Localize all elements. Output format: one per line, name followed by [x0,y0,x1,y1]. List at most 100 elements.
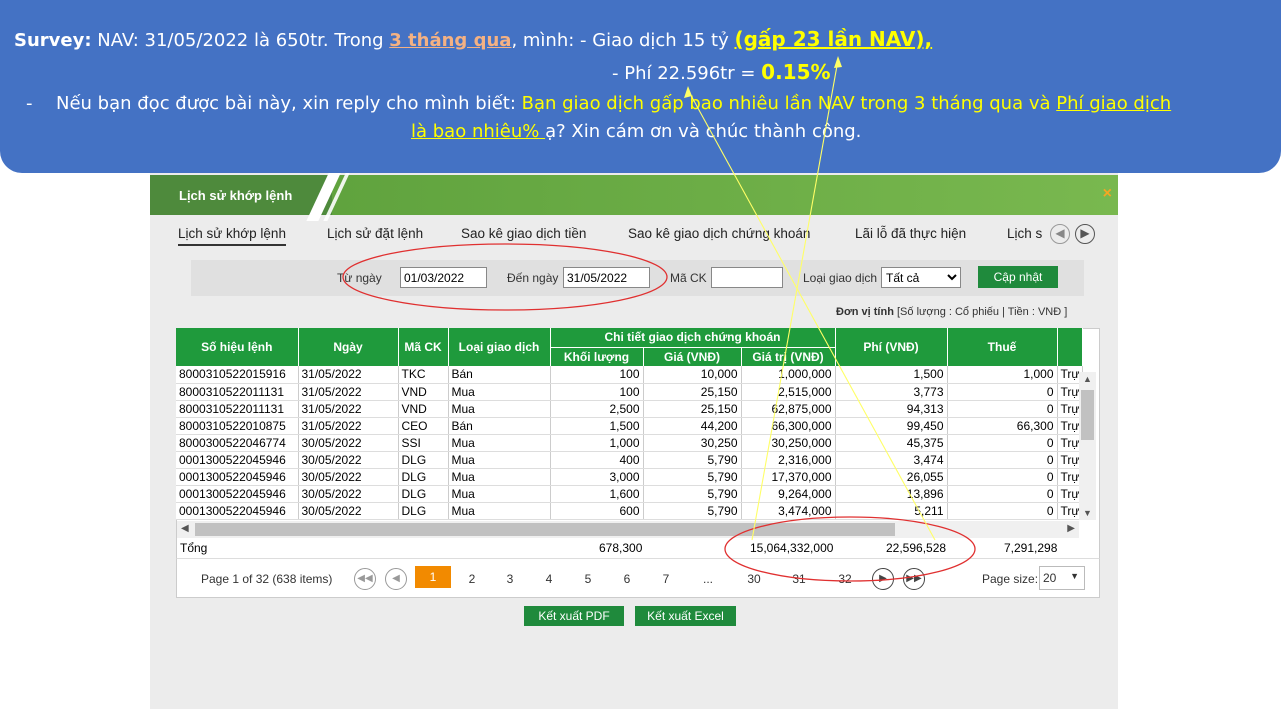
table-row[interactable]: 0001300522045946 30/05/2022 DLG Mua 400 5,790… [176,451,1084,469]
table-row[interactable]: 0001300522045946 30/05/2022 DLG Mua 1,600 5,7… [176,485,1084,503]
tab-cash-statement[interactable]: Sao kê giao dịch tiền [461,226,586,241]
col-code[interactable]: Mã CK [398,328,449,366]
page-30[interactable]: 30 [744,572,764,586]
table-cell: 30,250,000 [741,434,836,452]
table-cell: 5,790 [643,468,742,486]
to-date-label: Đến ngày [507,271,559,285]
from-date-input[interactable] [400,267,487,288]
col-fee[interactable]: Phí (VNĐ) [835,328,948,366]
page-1[interactable]: 1 [415,566,451,588]
col-qty[interactable]: Khối lượng [550,347,644,366]
table-cell: Mua [448,468,551,486]
col-price[interactable]: Giá (VNĐ) [643,347,742,366]
table-cell: 0001300522045946 [176,502,299,520]
table-cell: 9,264,000 [741,485,836,503]
table-row[interactable]: 8000310522011131 31/05/2022 VND Mua 2,500 25,… [176,400,1084,418]
scroll-up-icon[interactable]: ▲ [1079,374,1096,384]
tab-next-icon[interactable]: ▶ [1075,224,1095,244]
table-cell: 30/05/2022 [298,468,399,486]
table-cell: 94,313 [835,400,948,418]
scrollbar-thumb[interactable] [195,523,895,536]
scrollbar-thumb[interactable] [1081,390,1094,440]
table-cell: 3,000 [550,468,644,486]
tab-realized-pnl[interactable]: Lãi lỗ đã thực hiện [855,226,966,241]
first-page-icon[interactable]: ◀◀ [354,568,376,590]
col-tax[interactable]: Thuế [947,328,1058,366]
table-cell: 1,000 [947,366,1058,384]
vertical-scrollbar[interactable]: ▲ ▼ [1079,372,1096,520]
tab-order-history[interactable]: Lịch sử đặt lệnh [327,226,423,241]
chevron-down-icon: ▼ [1070,571,1079,581]
export-pdf-button[interactable]: Kết xuất PDF [524,606,624,626]
table-row[interactable]: 8000310522010875 31/05/2022 CEO Bán 1,500 44,… [176,417,1084,435]
table-cell: Mua [448,451,551,469]
banner-question-intro: Nếu bạn đọc được bài này, xin reply cho … [56,93,522,114]
page-size-select[interactable]: 20 ▼ [1039,566,1085,590]
table-row[interactable]: 0001300522045946 30/05/2022 DLG Mua 3,000 5,7… [176,468,1084,486]
table-row[interactable]: 0001300522045946 30/05/2022 DLG Mua 600 5,790… [176,502,1084,520]
page-4[interactable]: 4 [539,572,559,586]
col-value[interactable]: Giá trị (VNĐ) [741,347,836,366]
table-cell: 3,773 [835,383,948,401]
scroll-right-icon[interactable]: ▶ [1067,523,1075,534]
banner-dash: - [26,93,33,114]
page-32[interactable]: 32 [835,572,855,586]
table-cell: 0001300522045946 [176,485,299,503]
page-7[interactable]: 7 [656,572,676,586]
export-excel-button[interactable]: Kết xuất Excel [635,606,736,626]
table-cell: 0 [947,468,1058,486]
banner-question-percent: là bao nhiêu% [411,121,546,142]
table-row[interactable]: 8000310522015916 31/05/2022 TKC Bán 100 10,00… [176,366,1084,384]
table-row[interactable]: 8000310522011131 31/05/2022 VND Mua 100 25,15… [176,383,1084,401]
col-order-no[interactable]: Số hiệu lệnh [176,328,299,366]
scroll-down-icon[interactable]: ▼ [1079,508,1096,518]
tab-more[interactable]: Lịch s [1007,226,1042,241]
table-cell: VND [398,400,449,418]
banner-text-2: , mình: - Giao dịch 15 tỷ [511,30,735,51]
table-cell: 3,474,000 [741,502,836,520]
prev-page-icon[interactable]: ◀ [385,568,407,590]
trade-type-select[interactable]: Tất cả [881,267,961,288]
col-date[interactable]: Ngày [298,328,399,366]
stock-code-input[interactable] [711,267,783,288]
banner-thanks: ạ? Xin cám ơn và chúc thành công. [545,121,862,142]
table-cell: 99,450 [835,417,948,435]
last-page-icon[interactable]: ▶▶ [903,568,925,590]
tab-securities-statement[interactable]: Sao kê giao dịch chứng khoán [628,226,810,241]
table-cell: 0 [947,451,1058,469]
table-cell: 600 [550,502,644,520]
page-2[interactable]: 2 [462,572,482,586]
col-type[interactable]: Loại giao dịch [448,328,551,366]
totals-label: Tổng [180,541,208,555]
table-cell: TKC [398,366,449,384]
table-cell: Mua [448,485,551,503]
tab-match-history[interactable]: Lịch sử khớp lệnh [178,226,286,246]
totals-fee: 22,596,528 [886,541,947,555]
page-5[interactable]: 5 [578,572,598,586]
page-size-label: Page size: [982,572,1039,586]
table-cell: Mua [448,434,551,452]
page-31[interactable]: 31 [789,572,809,586]
scroll-left-icon[interactable]: ◀ [181,523,189,534]
close-icon[interactable]: × [1103,185,1112,203]
next-page-icon[interactable]: ▶ [872,568,894,590]
table-cell: 2,316,000 [741,451,836,469]
window-header: Lịch sử khớp lệnh × [150,171,1118,221]
trade-type-label: Loại giao dịch [803,271,878,285]
to-date-input[interactable] [563,267,650,288]
tab-prev-icon[interactable]: ◀ [1050,224,1070,244]
table-cell: 0 [947,502,1058,520]
update-button[interactable]: Cập nhật [978,266,1058,288]
table-cell: 100 [550,383,644,401]
page-6[interactable]: 6 [617,572,637,586]
table-cell: Bán [448,417,551,435]
table-row[interactable]: 8000300522046774 30/05/2022 SSI Mua 1,000 30,… [176,434,1084,452]
table-cell: VND [398,383,449,401]
table-cell: 31/05/2022 [298,366,399,384]
page-3[interactable]: 3 [500,572,520,586]
table-cell: 2,515,000 [741,383,836,401]
horizontal-scrollbar[interactable]: ◀ ▶ [177,521,1079,538]
totals-tax: 7,291,298 [1004,541,1058,555]
table-cell: 5,211 [835,502,948,520]
totals-qty: 678,300 [599,541,643,555]
